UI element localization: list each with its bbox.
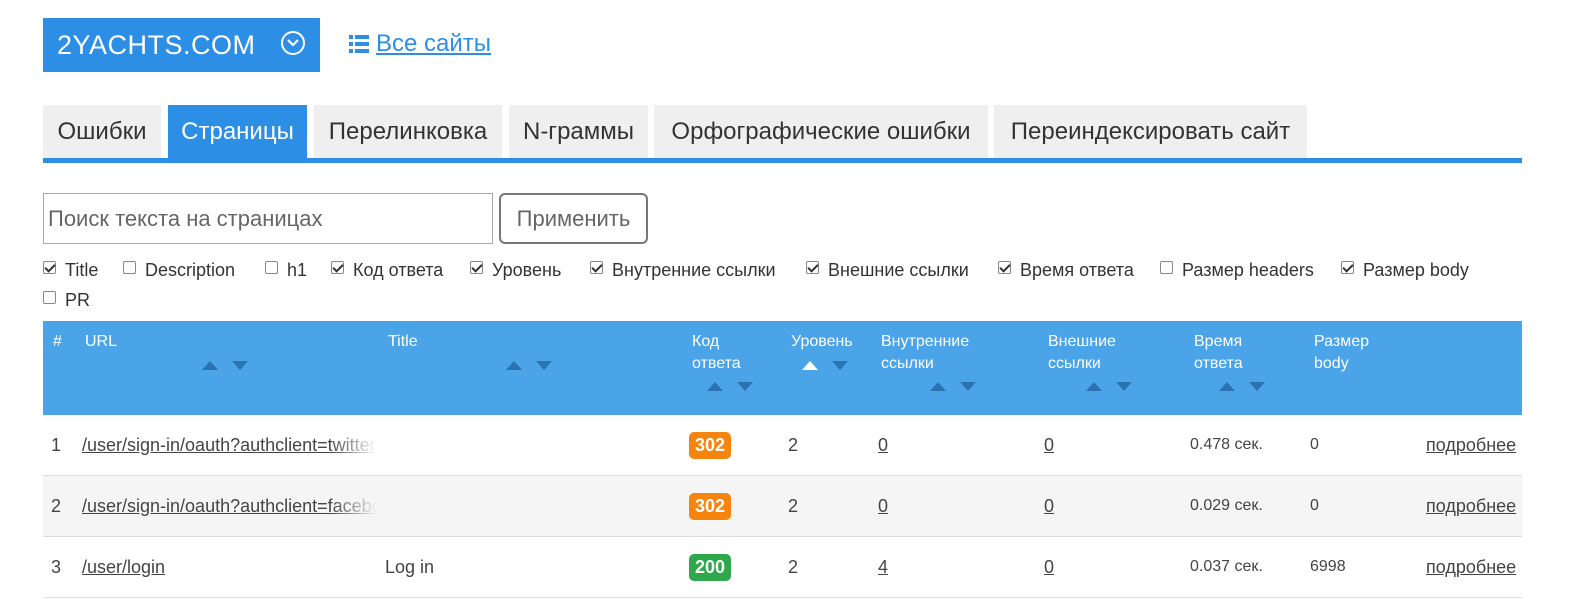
col-num-header: # [53, 333, 62, 350]
status-badge: 302 [689, 492, 732, 520]
site-name: 2YACHTS.COM [57, 29, 256, 60]
search-input[interactable] [43, 193, 493, 244]
sort-asc-icon[interactable] [1086, 382, 1102, 391]
checkbox[interactable] [590, 261, 603, 274]
sort-desc-icon[interactable] [1249, 382, 1265, 391]
all-sites-link[interactable]: Все сайты [349, 30, 491, 58]
row-body: 0 [1310, 436, 1319, 453]
sort-asc-icon[interactable] [707, 382, 723, 391]
details-link[interactable]: подробнее [1426, 557, 1516, 578]
checkbox[interactable] [43, 261, 56, 274]
toggle-h1[interactable]: h1 [265, 260, 307, 281]
status-badge: 302 [689, 431, 732, 459]
sort-asc-icon[interactable] [1219, 382, 1235, 391]
row-level: 2 [788, 556, 799, 577]
details-link[interactable]: подробнее [1426, 496, 1516, 517]
row-level: 2 [788, 495, 799, 516]
url-link[interactable]: /user/login [82, 557, 377, 578]
checkbox[interactable] [470, 261, 483, 274]
internal-sort [930, 382, 976, 391]
sort-desc-icon[interactable] [737, 382, 753, 391]
toggle-description[interactable]: Description [123, 260, 235, 281]
list-icon [349, 35, 369, 53]
toggle-external-links[interactable]: Внешние ссылки [806, 260, 969, 281]
toggle-code[interactable]: Код ответа [331, 260, 443, 281]
tab-spelling[interactable]: Орфографические ошибки [654, 105, 988, 158]
toggle-internal-links[interactable]: Внутренние ссылки [590, 260, 776, 281]
toggle-pr[interactable]: PR [43, 290, 90, 311]
col-internal-header: Внутренние ссылки [881, 333, 970, 372]
table-row: 1 /user/sign-in/oauth?authclient=twitter… [43, 415, 1522, 476]
sort-desc-icon[interactable] [1116, 382, 1132, 391]
table-row: 2 /user/sign-in/oauth?authclient=faceboo… [43, 476, 1522, 537]
level-sort [802, 361, 848, 370]
row-num: 2 [51, 495, 62, 516]
sort-desc-icon[interactable] [832, 361, 848, 370]
sort-asc-icon[interactable] [202, 361, 218, 370]
sort-asc-icon[interactable] [506, 361, 522, 370]
tab-bar: Ошибки Страницы Перелинковка N-граммы Ор… [43, 105, 1522, 163]
row-body: 6998 [1310, 558, 1346, 575]
title-sort [506, 361, 552, 370]
status-badge: 200 [689, 553, 732, 581]
apply-button[interactable]: Применить [499, 193, 648, 244]
col-code-header: Код ответа [692, 333, 741, 372]
col-url-header: URL [85, 333, 118, 350]
row-title: Log in [385, 556, 435, 577]
col-external-header: Внешние ссылки [1048, 333, 1116, 372]
details-link[interactable]: подробнее [1426, 435, 1516, 456]
sort-asc-icon[interactable] [930, 382, 946, 391]
col-title-header: Title [388, 333, 418, 350]
checkbox[interactable] [331, 261, 344, 274]
toggle-response-time[interactable]: Время ответа [998, 260, 1134, 281]
internal-links-link[interactable]: 0 [878, 435, 888, 456]
checkbox[interactable] [998, 261, 1011, 274]
table-row: 3 /user/login Log in 200 2 4 0 0.037 сек… [43, 537, 1522, 598]
checkbox[interactable] [806, 261, 819, 274]
internal-links-link[interactable]: 4 [878, 557, 888, 578]
row-time: 0.478 сек. [1190, 436, 1263, 453]
sort-desc-icon[interactable] [232, 361, 248, 370]
tab-linking[interactable]: Перелинковка [314, 105, 502, 158]
tab-reindex[interactable]: Переиндексировать сайт [994, 105, 1307, 158]
checkbox[interactable] [1160, 261, 1173, 274]
site-selector-button[interactable]: 2YACHTS.COM [43, 18, 320, 72]
checkbox[interactable] [1341, 261, 1354, 274]
toggle-body-size[interactable]: Размер body [1341, 260, 1469, 281]
url-link[interactable]: /user/sign-in/oauth?authclient=facebook [82, 496, 377, 517]
checkbox[interactable] [123, 261, 136, 274]
row-time: 0.037 сек. [1190, 558, 1263, 575]
url-link[interactable]: /user/sign-in/oauth?authclient=twitter [82, 435, 377, 456]
row-num: 1 [51, 434, 62, 455]
tab-errors[interactable]: Ошибки [43, 105, 161, 158]
external-sort [1086, 382, 1132, 391]
external-links-link[interactable]: 0 [1044, 557, 1054, 578]
checkbox[interactable] [43, 291, 56, 304]
checkbox[interactable] [265, 261, 278, 274]
row-level: 2 [788, 434, 799, 455]
chevron-down-icon [281, 31, 305, 55]
time-sort [1219, 382, 1265, 391]
row-body: 0 [1310, 497, 1319, 514]
toggle-level[interactable]: Уровень [470, 260, 561, 281]
all-sites-label[interactable]: Все сайты [376, 30, 491, 58]
table-header: # URL Title Код ответа Уровень Внутренние… [43, 321, 1522, 415]
row-time: 0.029 сек. [1190, 497, 1263, 514]
col-level-header: Уровень [791, 333, 853, 350]
col-time-header: Время ответа [1194, 333, 1243, 372]
internal-links-link[interactable]: 0 [878, 496, 888, 517]
sort-desc-icon[interactable] [536, 361, 552, 370]
tab-pages[interactable]: Страницы [168, 105, 307, 158]
toggle-title[interactable]: Title [43, 260, 98, 281]
tab-ngrams[interactable]: N-граммы [509, 105, 648, 158]
row-num: 3 [51, 556, 62, 577]
col-body-header: Размер body [1314, 333, 1369, 372]
toggle-headers-size[interactable]: Размер headers [1160, 260, 1314, 281]
sort-desc-icon[interactable] [960, 382, 976, 391]
external-links-link[interactable]: 0 [1044, 496, 1054, 517]
external-links-link[interactable]: 0 [1044, 435, 1054, 456]
url-sort [202, 361, 248, 370]
code-sort [707, 382, 753, 391]
sort-asc-icon[interactable] [802, 361, 818, 370]
